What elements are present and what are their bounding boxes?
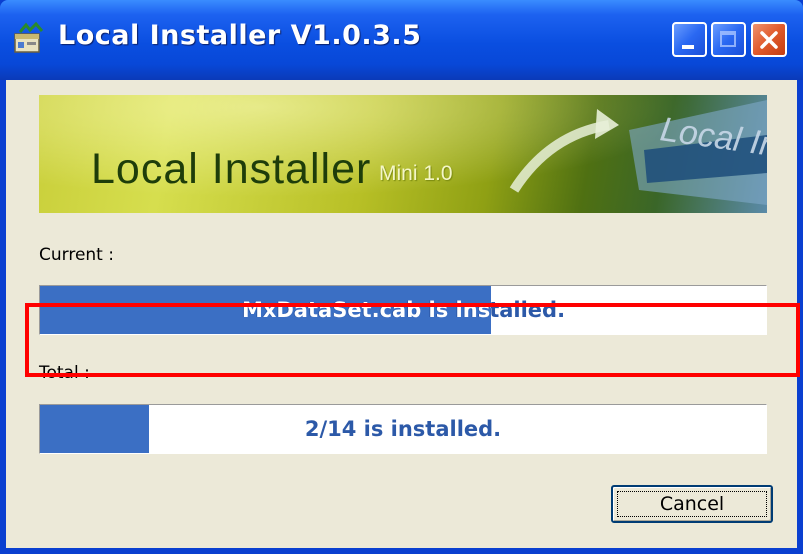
banner-subtitle: Mini 1.0 xyxy=(379,162,453,185)
total-progress-text-inverse: 2/14 is installed. xyxy=(40,405,149,453)
current-label: Current : xyxy=(39,245,114,265)
current-progress-bar: MxDataSet.cab is installed. MxDataSet.ca… xyxy=(39,285,767,335)
total-progress-bar: 2/14 is installed. 2/14 is installed. xyxy=(39,404,767,454)
minimize-icon xyxy=(682,45,694,49)
banner-title: Local Installer xyxy=(91,145,372,193)
close-icon xyxy=(760,31,778,49)
close-button[interactable] xyxy=(751,22,787,57)
banner-logo-graphic: Local Ins xyxy=(509,100,767,205)
dialog-body: Local Ins Local Installer Mini 1.0 Curre… xyxy=(6,80,797,548)
minimize-button[interactable] xyxy=(672,22,707,57)
total-progress-text-overlay: 2/14 is installed. xyxy=(40,405,149,453)
title-bar[interactable]: Local Installer V1.0.3.5 xyxy=(0,0,803,80)
current-progress-text-overlay: MxDataSet.cab is installed. xyxy=(40,286,491,334)
maximize-button[interactable] xyxy=(711,22,746,57)
installer-banner: Local Ins Local Installer Mini 1.0 xyxy=(39,95,767,213)
installer-window: Local Installer V1.0.3.5 Local Ins Local… xyxy=(0,0,803,554)
cancel-button[interactable]: Cancel xyxy=(611,485,773,523)
installer-app-icon xyxy=(14,22,44,53)
maximize-icon xyxy=(720,31,736,47)
cancel-button-label: Cancel xyxy=(659,493,725,515)
window-title: Local Installer V1.0.3.5 xyxy=(58,20,422,51)
current-progress-text-inverse: MxDataSet.cab is installed. xyxy=(241,298,491,322)
total-label: Total : xyxy=(39,363,90,383)
